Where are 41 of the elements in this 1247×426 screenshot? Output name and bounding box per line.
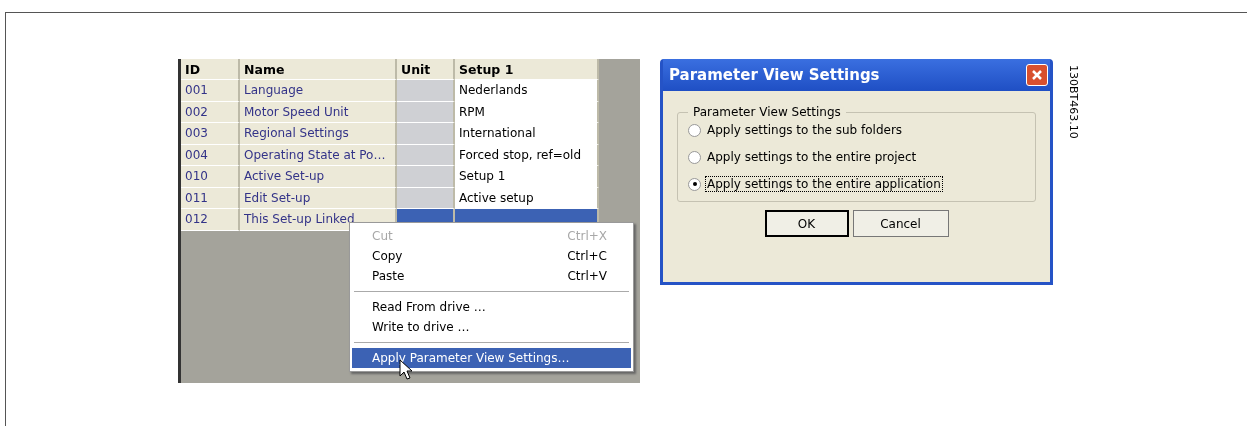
radio-button[interactable] (688, 177, 701, 191)
table-cell: 012 (181, 209, 240, 231)
table-cell: Forced stop, ref=old (455, 144, 599, 166)
window-title: Parameter View Settings (669, 66, 880, 84)
table-cell: 004 (181, 144, 240, 166)
table-cell: RPM (455, 101, 599, 123)
table-cell: 003 (181, 123, 240, 145)
radio-label: Apply settings to the sub folders (706, 123, 904, 137)
table-cell: Setup 1 (455, 166, 599, 188)
table-cell: Edit Set-up (240, 187, 397, 209)
radio-button[interactable] (688, 123, 701, 137)
dialog-button[interactable]: Cancel (852, 210, 949, 237)
table-cell: International (455, 123, 599, 145)
column-header[interactable]: ID (181, 59, 240, 80)
table-cell: Nederlands (455, 80, 599, 102)
menu-item[interactable]: Copy Ctrl+C (352, 246, 631, 266)
column-header[interactable]: Name (240, 59, 397, 80)
table-cell: 001 (181, 80, 240, 102)
close-icon (1031, 69, 1043, 81)
table-cell: 011 (181, 187, 240, 209)
figure-code: 130BT463.10 (1067, 65, 1080, 139)
table-cell: 010 (181, 166, 240, 188)
column-header[interactable]: Setup 1 (455, 59, 599, 80)
column-header[interactable]: Unit (397, 59, 455, 80)
menu-item[interactable]: Apply Parameter View Settings… (352, 348, 631, 368)
table-cell: Regional Settings (240, 123, 397, 145)
menu-item[interactable]: Write to drive … (352, 317, 631, 337)
radio-button[interactable] (688, 150, 701, 164)
menu-item[interactable]: Read From drive … (352, 297, 631, 317)
table-cell: Language (240, 80, 397, 102)
dialog-button[interactable]: OK (764, 210, 849, 237)
table-cell: Active Set-up (240, 166, 397, 188)
radio-label: Apply settings to the entire project (706, 150, 918, 164)
table-cell: Operating State at Po… (240, 144, 397, 166)
table-cell: Motor Speed Unit (240, 101, 397, 123)
group-title: Parameter View Settings (692, 105, 842, 119)
radio-label: Apply settings to the entire application (706, 177, 942, 191)
menu-item[interactable]: Paste Ctrl+V (352, 266, 631, 286)
close-button[interactable] (1026, 64, 1048, 86)
table-cell: 002 (181, 101, 240, 123)
table-cell: Active setup (455, 187, 599, 209)
